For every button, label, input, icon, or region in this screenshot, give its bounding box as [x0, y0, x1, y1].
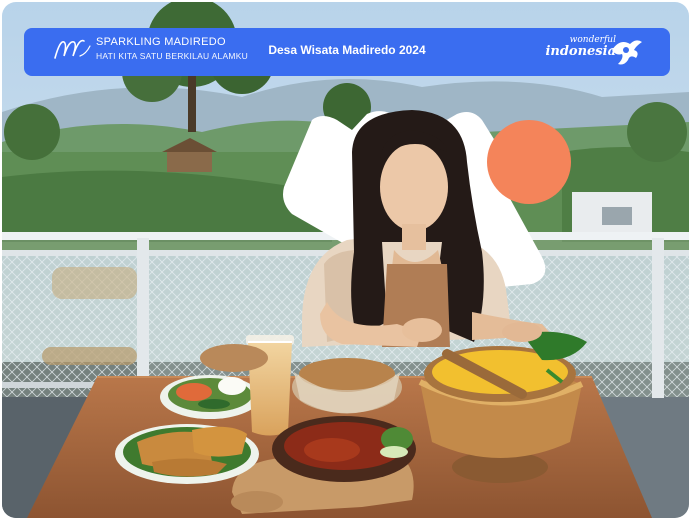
header-banner: SPARKLING MADIREDO HATI KITA SATU BERKIL… — [24, 28, 670, 76]
poster-frame: SPARKLING MADIREDO HATI KITA SATU BERKIL… — [0, 0, 691, 520]
wonderful-indonesia-garuda-icon — [612, 40, 642, 65]
wonderful-indonesia-logo: wonderful indonesia — [545, 36, 642, 65]
hero-photo — [2, 2, 689, 518]
